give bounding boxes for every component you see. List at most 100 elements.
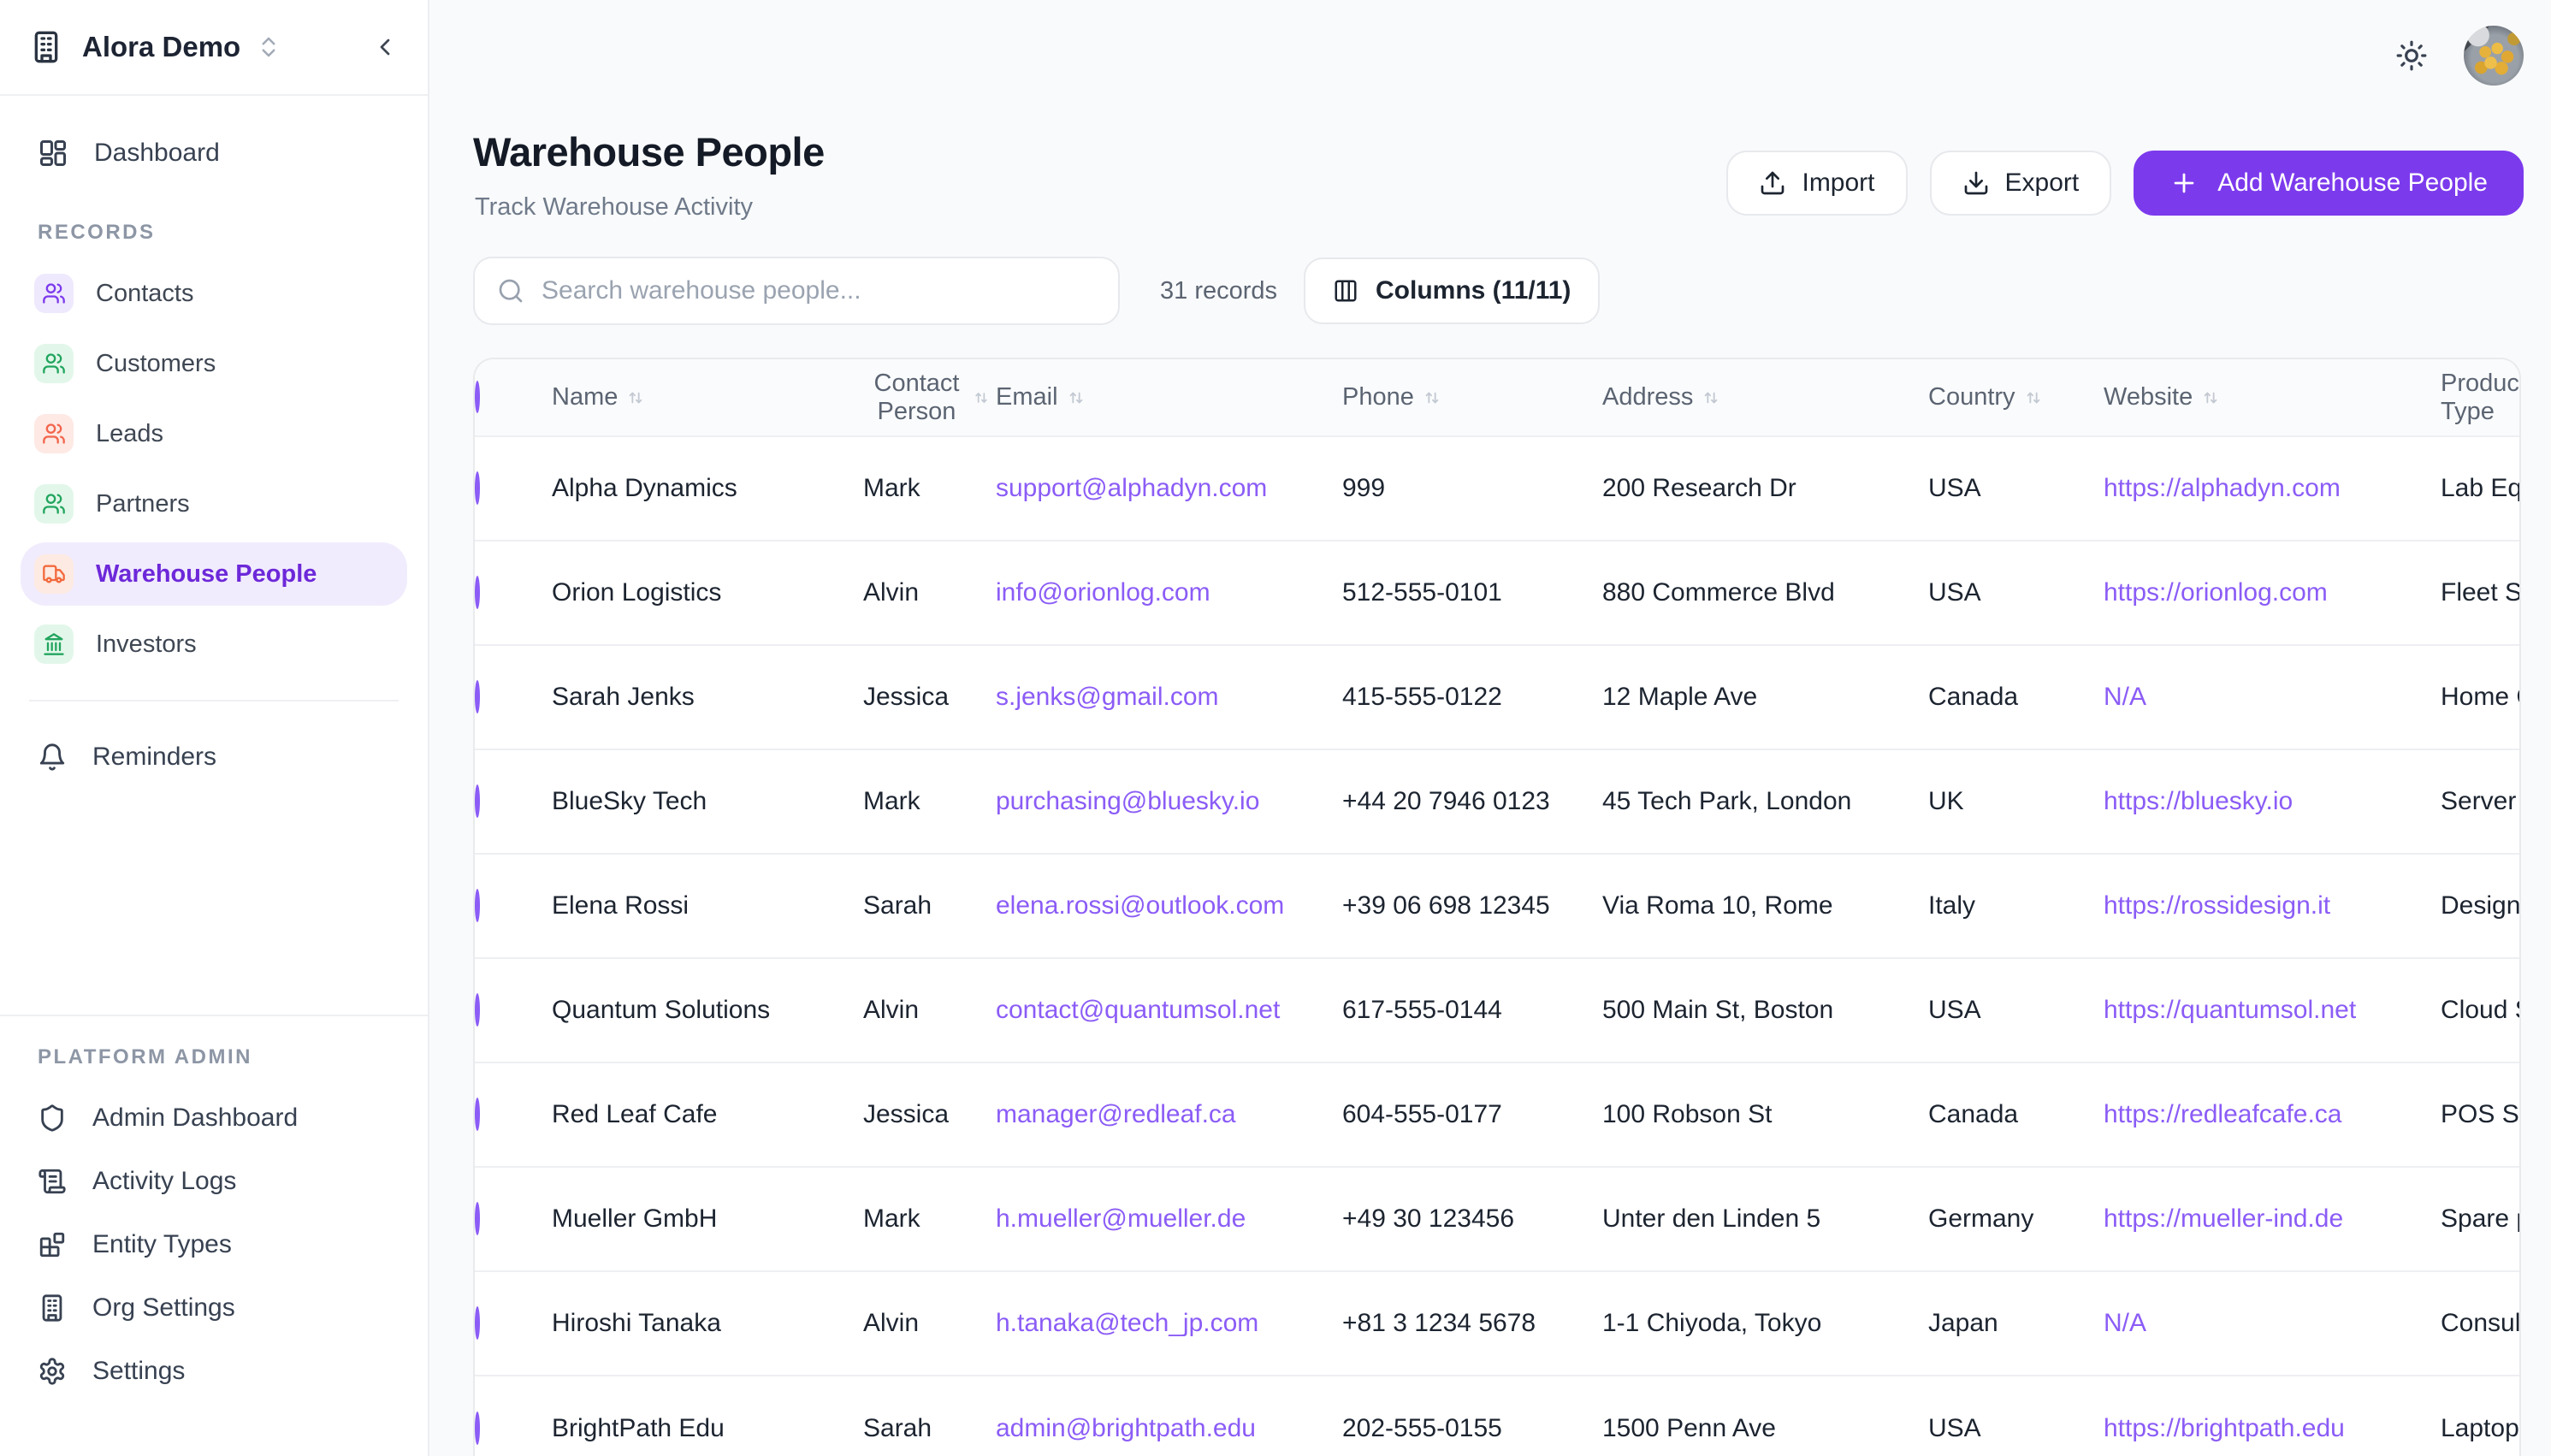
cell-website[interactable]: https://alphadyn.com <box>2104 436 2441 541</box>
sidebar-item-admin-dashboard[interactable]: Admin Dashboard <box>21 1086 407 1150</box>
cell-website[interactable]: https://bluesky.io <box>2104 749 2441 854</box>
row-checkbox[interactable] <box>475 784 480 818</box>
sidebar-item-label: Entity Types <box>92 1230 232 1259</box>
cell-email[interactable]: support@alphadyn.com <box>996 436 1342 541</box>
sidebar-item-org-settings[interactable]: Org Settings <box>21 1276 407 1340</box>
cell-name: Hiroshi Tanaka <box>552 1271 863 1376</box>
row-checkbox[interactable] <box>475 993 480 1027</box>
cell-phone: +39 06 698 12345 <box>1342 854 1602 958</box>
workspace-switcher-chevrons-icon[interactable] <box>256 34 281 60</box>
dashboard-grid-icon <box>38 138 68 169</box>
cell-website[interactable]: N/A <box>2104 1271 2441 1376</box>
table-row[interactable]: Elena Rossi Sarah elena.rossi@outlook.co… <box>475 854 2521 958</box>
row-checkbox[interactable] <box>475 471 480 505</box>
header-buttons: Import Export Add Warehouse People <box>1726 151 2524 216</box>
table-row[interactable]: Mueller GmbH Mark h.mueller@mueller.de +… <box>475 1167 2521 1271</box>
table-row[interactable]: Hiroshi Tanaka Alvin h.tanaka@tech_jp.co… <box>475 1271 2521 1376</box>
column-header-product-type[interactable]: Product Type <box>2441 359 2521 436</box>
cell-phone: 415-555-0122 <box>1342 645 1602 749</box>
import-button-label: Import <box>1802 169 1874 198</box>
cell-contact-person: Mark <box>863 749 996 854</box>
column-header-website[interactable]: Website <box>2104 359 2441 436</box>
sidebar-item-customers[interactable]: Customers <box>21 332 407 395</box>
cell-website[interactable]: N/A <box>2104 645 2441 749</box>
cell-country: USA <box>1928 958 2104 1062</box>
cell-email[interactable]: manager@redleaf.ca <box>996 1062 1342 1167</box>
cell-website[interactable]: https://redleafcafe.ca <box>2104 1062 2441 1167</box>
cell-email[interactable]: admin@brightpath.edu <box>996 1376 1342 1456</box>
cell-email[interactable]: contact@quantumsol.net <box>996 958 1342 1062</box>
cell-product-type: Fleet So <box>2441 541 2521 645</box>
sort-icon <box>1702 388 1720 407</box>
row-checkbox[interactable] <box>475 889 480 922</box>
sidebar-item-dashboard[interactable]: Dashboard <box>21 121 407 185</box>
search-input[interactable] <box>542 276 1096 305</box>
table-row[interactable]: Sarah Jenks Jessica s.jenks@gmail.com 41… <box>475 645 2521 749</box>
row-checkbox[interactable] <box>475 1098 480 1131</box>
sidebar-item-contacts[interactable]: Contacts <box>21 262 407 325</box>
sidebar-collapse-button[interactable] <box>371 33 399 61</box>
cell-email[interactable]: elena.rossi@outlook.com <box>996 854 1342 958</box>
cell-address: 500 Main St, Boston <box>1602 958 1928 1062</box>
cell-website[interactable]: https://mueller-ind.de <box>2104 1167 2441 1271</box>
sidebar-item-entity-types[interactable]: Entity Types <box>21 1213 407 1276</box>
cell-website[interactable]: https://quantumsol.net <box>2104 958 2441 1062</box>
column-header-phone[interactable]: Phone <box>1342 359 1602 436</box>
sidebar-item-reminders[interactable]: Reminders <box>21 725 407 789</box>
cell-email[interactable]: h.tanaka@tech_jp.com <box>996 1271 1342 1376</box>
column-header-name[interactable]: Name <box>552 359 863 436</box>
cell-phone: +81 3 1234 5678 <box>1342 1271 1602 1376</box>
user-avatar[interactable] <box>2464 26 2524 86</box>
sidebar-item-warehouse-people[interactable]: Warehouse People <box>21 542 407 606</box>
cell-email[interactable]: info@orionlog.com <box>996 541 1342 645</box>
sidebar-item-label: Warehouse People <box>96 560 317 589</box>
table-row[interactable]: Orion Logistics Alvin info@orionlog.com … <box>475 541 2521 645</box>
sort-icon <box>2024 388 2043 407</box>
investors-landmark-icon <box>34 624 74 664</box>
sidebar-item-leads[interactable]: Leads <box>21 402 407 465</box>
cell-website[interactable]: https://orionlog.com <box>2104 541 2441 645</box>
cell-phone: 999 <box>1342 436 1602 541</box>
sidebar-item-investors[interactable]: Investors <box>21 613 407 676</box>
column-header-country[interactable]: Country <box>1928 359 2104 436</box>
table-row[interactable]: Quantum Solutions Alvin contact@quantums… <box>475 958 2521 1062</box>
cell-phone: +49 30 123456 <box>1342 1167 1602 1271</box>
row-checkbox[interactable] <box>475 1306 480 1340</box>
import-button[interactable]: Import <box>1726 151 1907 216</box>
column-header-contact-person[interactable]: Contact Person <box>863 359 996 436</box>
cell-website[interactable]: https://brightpath.edu <box>2104 1376 2441 1456</box>
columns-button[interactable]: Columns (11/11) <box>1304 257 1600 324</box>
cell-email[interactable]: h.mueller@mueller.de <box>996 1167 1342 1271</box>
add-warehouse-people-button[interactable]: Add Warehouse People <box>2134 151 2524 216</box>
theme-toggle-sun-icon[interactable] <box>2395 39 2428 72</box>
table-row[interactable]: BrightPath Edu Sarah admin@brightpath.ed… <box>475 1376 2521 1456</box>
table-row[interactable]: Red Leaf Cafe Jessica manager@redleaf.ca… <box>475 1062 2521 1167</box>
cell-address: 1-1 Chiyoda, Tokyo <box>1602 1271 1928 1376</box>
cell-website[interactable]: https://rossidesign.it <box>2104 854 2441 958</box>
sidebar-item-settings[interactable]: Settings <box>21 1340 407 1403</box>
cell-name: Alpha Dynamics <box>552 436 863 541</box>
cell-email[interactable]: purchasing@bluesky.io <box>996 749 1342 854</box>
sidebar-item-partners[interactable]: Partners <box>21 472 407 536</box>
column-header-address[interactable]: Address <box>1602 359 1928 436</box>
column-header-email[interactable]: Email <box>996 359 1342 436</box>
cell-name: Sarah Jenks <box>552 645 863 749</box>
cell-country: USA <box>1928 436 2104 541</box>
row-checkbox[interactable] <box>475 1202 480 1235</box>
add-button-label: Add Warehouse People <box>2217 169 2488 198</box>
cell-country: Canada <box>1928 1062 2104 1167</box>
cell-contact-person: Sarah <box>863 854 996 958</box>
sidebar-item-activity-logs[interactable]: Activity Logs <box>21 1150 407 1213</box>
table-row[interactable]: Alpha Dynamics Mark support@alphadyn.com… <box>475 436 2521 541</box>
export-button[interactable]: Export <box>1930 151 2112 216</box>
workspace-name[interactable]: Alora Demo <box>82 31 240 63</box>
select-all-checkbox[interactable] <box>475 381 480 413</box>
cell-email[interactable]: s.jenks@gmail.com <box>996 645 1342 749</box>
contacts-users-icon <box>34 274 74 313</box>
cell-name: Mueller GmbH <box>552 1167 863 1271</box>
row-checkbox[interactable] <box>475 1412 480 1445</box>
row-checkbox[interactable] <box>475 680 480 713</box>
cell-contact-person: Alvin <box>863 1271 996 1376</box>
row-checkbox[interactable] <box>475 576 480 609</box>
table-row[interactable]: BlueSky Tech Mark purchasing@bluesky.io … <box>475 749 2521 854</box>
